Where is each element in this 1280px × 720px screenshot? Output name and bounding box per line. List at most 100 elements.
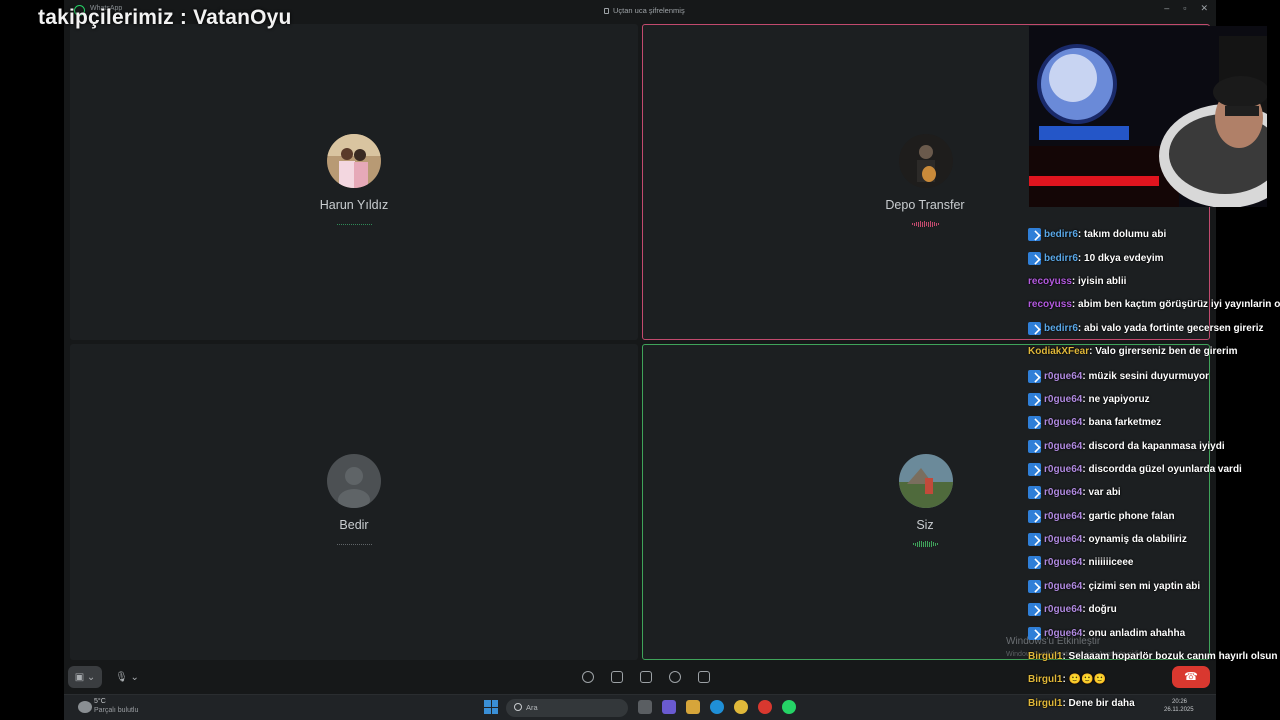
obs-icon[interactable] (758, 700, 772, 714)
prime-badge-icon (1028, 369, 1041, 383)
clock-date: 26.11.2025 (1164, 707, 1194, 713)
chrome-icon[interactable] (734, 700, 748, 714)
chat-username[interactable]: r0gue64 (1044, 464, 1082, 475)
end-call-button[interactable]: ☎ (1172, 666, 1210, 688)
avatar (899, 454, 953, 508)
chat-username[interactable]: Birgul1 (1028, 651, 1062, 662)
screen-share-icon[interactable] (640, 671, 652, 683)
chat-message-text: : müzik sesini duyurmuyor (1082, 370, 1210, 382)
search-placeholder: Ara (526, 703, 538, 712)
chat-message: r0gue64: doğru (1028, 601, 1117, 617)
chat-message-text: : discordda güzel oyunlarda vardi (1082, 463, 1242, 475)
emoji-icon[interactable] (582, 671, 594, 683)
chat-username[interactable]: r0gue64 (1044, 441, 1082, 452)
chat-username[interactable]: Birgul1 (1028, 698, 1062, 709)
camera-toggle-button[interactable]: ▣ ⌄ (68, 666, 102, 688)
chat-message-text: : discord da kapanmasa iyiydi (1082, 440, 1225, 452)
chat-username[interactable]: r0gue64 (1044, 417, 1082, 428)
prime-badge-icon (1028, 462, 1041, 476)
participant-tile-bedir[interactable]: Bedir (70, 344, 638, 660)
chat-message-text: : abi valo yada fortinte gecersen gireri… (1077, 322, 1264, 334)
minimize-button[interactable]: – (1164, 3, 1169, 14)
chat-message-text: : abim ben kaçtım görüşürüz iyi yayınlar… (1071, 298, 1280, 310)
chat-username[interactable]: r0gue64 (1044, 628, 1082, 639)
chat-message: bedirr6: abi valo yada fortinte gecersen… (1028, 320, 1264, 336)
participant-name: Harun Yıldız (319, 198, 389, 212)
chat-message: r0gue64: niiiiiiceee (1028, 554, 1134, 570)
chat-message-text: : niiiiiiceee (1082, 556, 1134, 568)
prime-badge-icon (1028, 532, 1041, 546)
chat-username[interactable]: r0gue64 (1044, 534, 1082, 545)
chat-message: r0gue64: var abi (1028, 484, 1121, 500)
participant-tile-harun[interactable]: Harun Yıldız (70, 24, 638, 340)
whatsapp-taskbar-icon[interactable] (782, 700, 796, 714)
chat-message: recoyuss: iyisin ablii (1028, 273, 1126, 289)
prime-badge-icon (1028, 415, 1041, 429)
chat-username[interactable]: r0gue64 (1044, 557, 1082, 568)
chat-message: r0gue64: discordda güzel oyunlarda vardi (1028, 461, 1242, 477)
weather-temp: 5°C (94, 698, 106, 705)
chat-username[interactable]: bedirr6 (1044, 229, 1078, 240)
chat-message-text: : ne yapiyoruz (1082, 393, 1150, 405)
task-view-icon[interactable] (638, 700, 652, 714)
webcam-feed-icon (1029, 26, 1267, 207)
edge-icon[interactable] (710, 700, 724, 714)
chat-message-text: : Selaaam hoparlör bozuk canım hayırlı o… (1062, 650, 1278, 662)
chat-message: r0gue64: oynamiş da olabiliriz (1028, 531, 1187, 547)
chat-message: bedirr6: 10 dkya evdeyim (1028, 250, 1164, 266)
chat-message-text: : 🙂🙂🙂 (1062, 673, 1106, 685)
taskbar-search[interactable]: Ara (506, 699, 628, 717)
chat-message: r0gue64: gartic phone falan (1028, 508, 1175, 524)
chat-username[interactable]: r0gue64 (1044, 371, 1082, 382)
default-user-icon (338, 467, 370, 508)
chat-message: Birgul1: Dene bir daha (1028, 695, 1135, 711)
file-explorer-icon[interactable] (686, 700, 700, 714)
chat-message: r0gue64: bana farketmez (1028, 414, 1161, 430)
chat-message: r0gue64: discord da kapanmasa iyiydi (1028, 438, 1225, 454)
chat-message: Birgul1: 🙂🙂🙂 (1028, 671, 1106, 687)
copilot-icon[interactable] (662, 700, 676, 714)
chat-username[interactable]: bedirr6 (1044, 323, 1078, 334)
chat-message-text: : onu anladim ahahha (1082, 627, 1186, 639)
chat-username[interactable]: bedirr6 (1044, 253, 1078, 264)
participant-name: Siz (916, 518, 934, 532)
close-button[interactable]: ✕ (1200, 3, 1208, 14)
audio-indicator (895, 221, 955, 227)
chat-username[interactable]: r0gue64 (1044, 394, 1082, 405)
chat-username[interactable]: KodiakXFear (1028, 346, 1089, 357)
chat-message-text: : Dene bir daha (1062, 697, 1135, 709)
avatar (327, 134, 381, 188)
more-options-icon[interactable] (698, 671, 710, 683)
participant-photo-icon (899, 134, 953, 188)
prime-badge-icon (1028, 579, 1041, 593)
prime-badge-icon (1028, 227, 1041, 241)
chat-username[interactable]: r0gue64 (1044, 511, 1082, 522)
audio-indicator (324, 541, 384, 547)
streamer-webcam (1029, 26, 1267, 207)
weather-desc: Parçalı bulutlu (94, 707, 139, 714)
chat-message: r0gue64: çizimi sen mi yaptin abi (1028, 578, 1200, 594)
avatar (899, 134, 953, 188)
chat-username[interactable]: Birgul1 (1028, 674, 1062, 685)
chat-username[interactable]: r0gue64 (1044, 581, 1082, 592)
chat-username[interactable]: recoyuss (1028, 276, 1072, 287)
chat-message: Birgul1: Selaaam hoparlör bozuk canım ha… (1028, 648, 1278, 664)
prime-badge-icon (1028, 509, 1041, 523)
participant-photo-icon (327, 134, 381, 188)
raise-hand-icon[interactable] (611, 671, 623, 683)
add-participant-icon[interactable] (669, 671, 681, 683)
chat-message-text: : Valo girerseniz ben de girerim (1089, 345, 1238, 357)
prime-badge-icon (1028, 251, 1041, 265)
chat-message-text: : var abi (1082, 486, 1121, 498)
prime-badge-icon (1028, 392, 1041, 406)
maximize-button[interactable]: ▫ (1183, 3, 1186, 14)
weather-icon[interactable] (78, 701, 92, 713)
chat-username[interactable]: r0gue64 (1044, 487, 1082, 498)
prime-badge-icon (1028, 602, 1041, 616)
start-icon[interactable] (484, 700, 498, 714)
chat-username[interactable]: recoyuss (1028, 299, 1072, 310)
chat-username[interactable]: r0gue64 (1044, 604, 1082, 615)
prime-badge-icon (1028, 485, 1041, 499)
mic-toggle-button[interactable]: 🎙 ⌄ (110, 666, 144, 688)
participant-name: Bedir (339, 518, 369, 532)
